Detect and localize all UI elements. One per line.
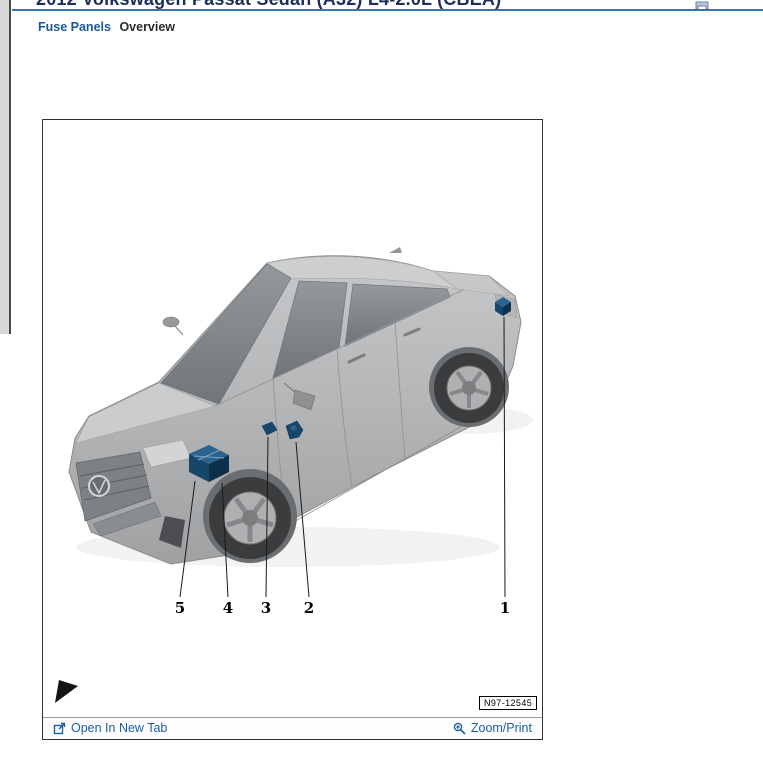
zoom-print-link[interactable]: Zoom/Print	[453, 721, 532, 735]
callout-2: 2	[301, 599, 317, 617]
breadcrumb-section-link[interactable]: Fuse Panels	[38, 20, 111, 34]
rear-wheel	[434, 353, 504, 423]
breadcrumb: Fuse Panels Overview	[38, 20, 175, 34]
open-in-new-tab-link[interactable]: Open In New Tab	[53, 721, 167, 735]
header-tool-icon[interactable]	[694, 0, 712, 9]
printer-icon	[694, 0, 710, 9]
page: 2012 Volkswagen Passat Sedan (A32) L4-2.…	[0, 0, 763, 767]
left-frame-edge	[0, 0, 11, 334]
figure-footer: Open In New Tab Zoom/Print	[43, 717, 542, 738]
figure-id-label: N97-12545	[479, 696, 537, 710]
callout-4: 4	[220, 599, 236, 617]
direction-arrow-icon	[55, 680, 78, 703]
breadcrumb-current: Overview	[119, 20, 175, 34]
callout-5: 5	[172, 599, 188, 617]
zoom-print-label: Zoom/Print	[471, 721, 532, 735]
figure-area: 1 2 3 4 5 N97-12545	[43, 120, 542, 717]
open-in-new-tab-label: Open In New Tab	[71, 721, 167, 735]
callout-3: 3	[258, 599, 274, 617]
magnifier-plus-icon	[453, 722, 466, 735]
front-wheel	[209, 477, 291, 559]
header-divider	[12, 9, 763, 11]
open-in-new-tab-icon	[53, 722, 66, 735]
callout-1: 1	[497, 599, 513, 617]
car-illustration	[43, 120, 542, 717]
figure-panel: 1 2 3 4 5 N97-12545 Open In New Tab	[42, 119, 543, 740]
